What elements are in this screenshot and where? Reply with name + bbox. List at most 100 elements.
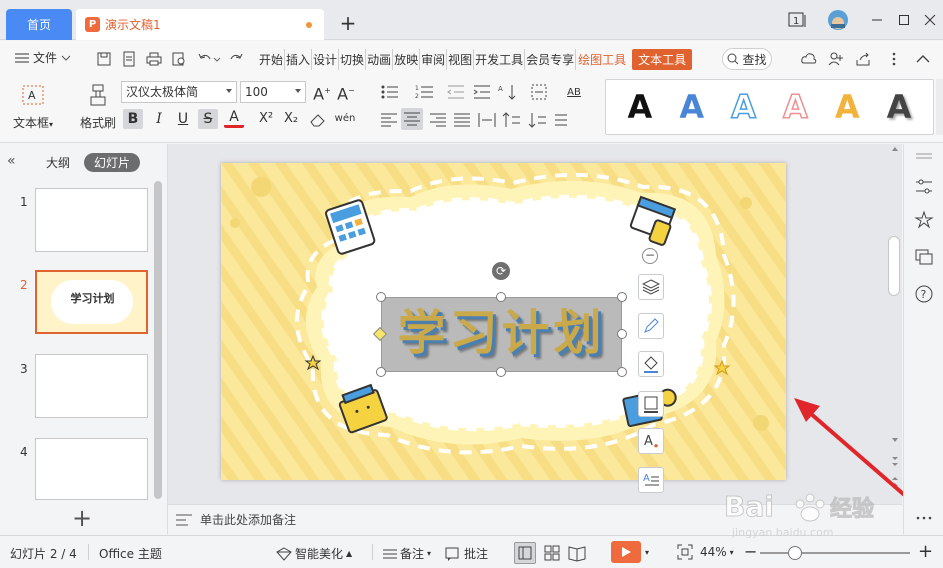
italic-button[interactable]: I: [149, 109, 169, 129]
increase-indent-icon[interactable]: [472, 83, 492, 101]
smart-beautify-button[interactable]: 智能美化 ▲: [276, 545, 352, 562]
align-center-button[interactable]: [401, 108, 423, 130]
resize-handle-ne[interactable]: [617, 292, 627, 302]
paragraph-spacing-icon[interactable]: [553, 111, 573, 129]
search-button[interactable]: 查找: [722, 48, 772, 70]
phonetic-guide-button[interactable]: wén: [332, 109, 358, 129]
textbox-button[interactable]: A 文本框▾: [10, 81, 56, 131]
slide-title-text[interactable]: 学习计划: [384, 297, 619, 369]
font-family-select[interactable]: 汉仪太极体简: [121, 81, 237, 103]
resize-handle-e[interactable]: [617, 329, 627, 339]
tab-home[interactable]: 首页: [6, 9, 72, 40]
align-right-icon[interactable]: [428, 111, 448, 129]
ribbon-scrollbar[interactable]: [936, 79, 943, 135]
layers-button[interactable]: [638, 274, 664, 300]
tab-view[interactable]: 视图: [447, 49, 475, 70]
pen-style-button[interactable]: [638, 313, 664, 339]
print-preview-icon[interactable]: [171, 51, 187, 67]
new-tab-button[interactable]: +: [336, 12, 360, 36]
notes-toggle-button[interactable]: 备注 ▾: [383, 545, 431, 562]
resize-handle-sw[interactable]: [376, 367, 386, 377]
file-menu[interactable]: 文件: [15, 49, 71, 66]
tab-review[interactable]: 审阅: [420, 49, 448, 70]
resize-handle-n[interactable]: [496, 292, 506, 302]
zoom-slider[interactable]: [760, 552, 910, 554]
slide-thumbnail-1[interactable]: [35, 188, 148, 252]
collapse-panel-button[interactable]: «: [7, 153, 16, 169]
collapse-float-toolbar-button[interactable]: −: [642, 248, 658, 264]
text-style-pink-outline[interactable]: A: [782, 90, 808, 124]
tab-slides[interactable]: 幻灯片: [84, 153, 141, 172]
normal-view-button[interactable]: [514, 542, 536, 564]
export-pdf-icon[interactable]: [121, 51, 137, 67]
tab-text-tools[interactable]: 文本工具: [632, 49, 693, 70]
underline-button[interactable]: U: [173, 109, 193, 129]
canvas-scrollbar-thumb[interactable]: [888, 236, 900, 296]
fill-button[interactable]: [638, 351, 664, 377]
outline-button[interactable]: [638, 391, 664, 417]
resize-handle-s[interactable]: [496, 367, 506, 377]
save-icon[interactable]: [96, 51, 112, 67]
rotate-handle[interactable]: ⟳: [492, 262, 510, 280]
vertical-align-icon[interactable]: [502, 111, 522, 129]
column-spacing-icon[interactable]: [528, 111, 548, 129]
tab-developer[interactable]: 开发工具: [474, 49, 526, 70]
close-button[interactable]: [921, 8, 939, 32]
subscript-button[interactable]: X₂: [281, 109, 301, 129]
decrease-indent-icon[interactable]: [446, 83, 466, 101]
font-size-select[interactable]: 100: [240, 81, 306, 103]
collapse-ribbon-icon[interactable]: [915, 51, 931, 67]
drag-handle-icon[interactable]: [914, 148, 934, 168]
text-fill-button[interactable]: A: [638, 428, 664, 454]
justify-icon[interactable]: [452, 111, 472, 129]
collaborate-icon[interactable]: [828, 51, 844, 67]
comments-button[interactable]: 批注: [445, 545, 488, 562]
share-icon[interactable]: [855, 51, 871, 67]
numbered-list-icon[interactable]: 12: [415, 83, 435, 101]
font-color-button[interactable]: A: [224, 109, 244, 128]
align-left-icon[interactable]: [379, 111, 399, 129]
resize-handle-se[interactable]: [617, 367, 627, 377]
more-horizontal-icon[interactable]: [914, 508, 934, 528]
eraser-icon[interactable]: [308, 110, 328, 128]
text-effects-button[interactable]: A: [638, 467, 664, 493]
maximize-button[interactable]: [895, 8, 913, 32]
print-icon[interactable]: [146, 51, 162, 67]
slide-thumbnail-3[interactable]: [35, 354, 148, 418]
superscript-button[interactable]: X²: [256, 109, 276, 129]
cloud-sync-icon[interactable]: [800, 51, 818, 67]
zoom-in-button[interactable]: +: [918, 541, 933, 562]
panel-scrollbar[interactable]: [154, 181, 162, 499]
zoom-slider-handle[interactable]: [788, 546, 802, 560]
sort-icon[interactable]: A: [498, 83, 518, 101]
distribute-icon[interactable]: [477, 111, 497, 129]
reading-view-icon[interactable]: [568, 544, 586, 562]
help-icon[interactable]: ?: [914, 284, 934, 304]
zoom-level[interactable]: 44% ▾: [700, 545, 734, 559]
theme-name[interactable]: Office 主题: [99, 545, 162, 562]
text-style-black[interactable]: A: [628, 91, 653, 123]
resize-handle-nw[interactable]: [376, 292, 386, 302]
tab-drawing-tools[interactable]: 绘图工具: [576, 49, 630, 70]
tab-start[interactable]: 开始: [258, 49, 286, 70]
tab-member[interactable]: 会员专享: [525, 49, 577, 70]
fit-window-icon[interactable]: [677, 544, 693, 560]
tab-transitions[interactable]: 切换: [339, 49, 367, 70]
play-options-dropdown[interactable]: ▾: [645, 548, 649, 557]
avatar[interactable]: [826, 8, 850, 32]
text-direction-button[interactable]: AB: [563, 83, 585, 103]
play-slideshow-button[interactable]: [611, 541, 641, 563]
text-style-blue-outline[interactable]: A: [730, 90, 756, 124]
add-slide-button[interactable]: +: [72, 504, 92, 532]
tab-design[interactable]: 设计: [312, 49, 340, 70]
line-spacing-icon[interactable]: [530, 83, 550, 101]
bold-button[interactable]: B: [123, 109, 143, 129]
bullet-list-icon[interactable]: [380, 83, 400, 101]
minimize-button[interactable]: [868, 8, 886, 32]
redo-icon[interactable]: [228, 51, 244, 67]
undo-icon[interactable]: [197, 51, 221, 67]
format-painter-button[interactable]: 格式刷: [75, 81, 121, 131]
decrease-font-button[interactable]: A−: [336, 81, 356, 103]
settings-sliders-icon[interactable]: [914, 177, 934, 197]
tab-animation[interactable]: 动画: [366, 49, 394, 70]
